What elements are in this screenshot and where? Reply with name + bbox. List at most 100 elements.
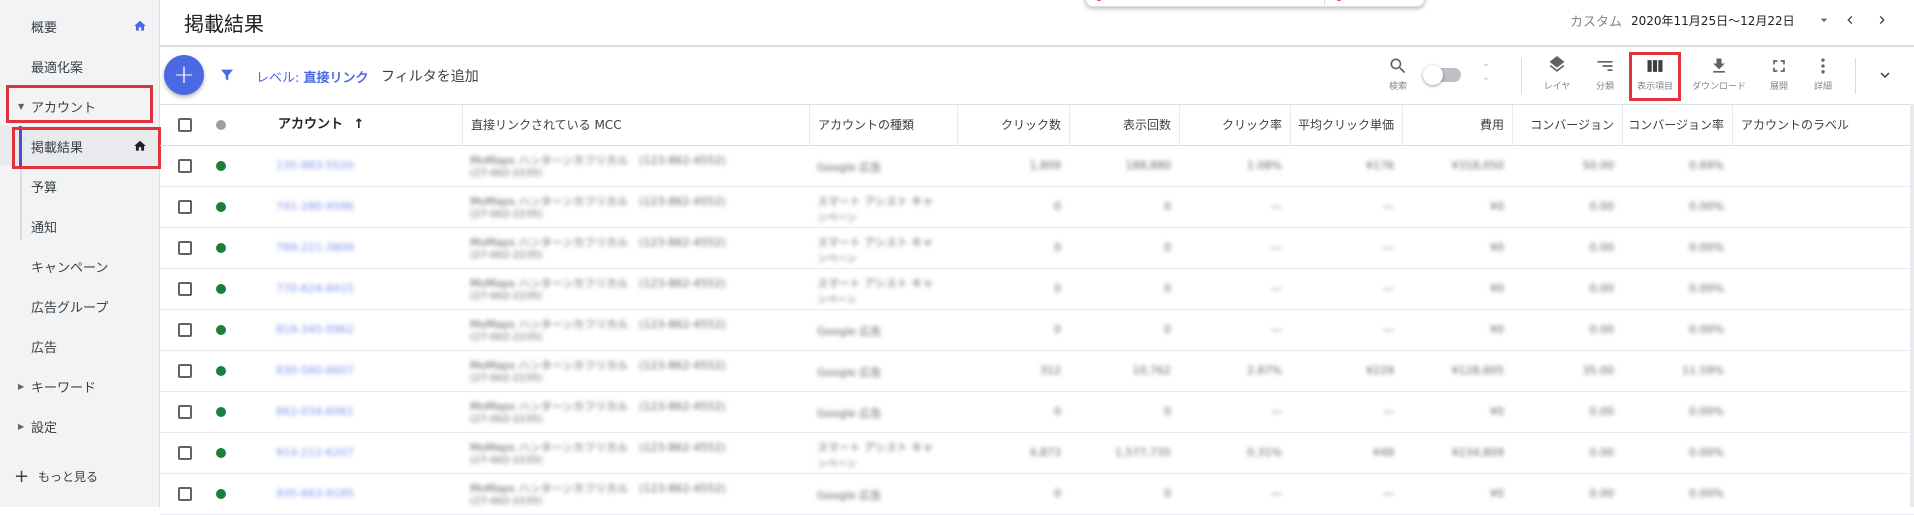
- column-header-linked-mcc[interactable]: 直接リンクされている MCC: [462, 105, 769, 145]
- nav-item-overview[interactable]: 概要: [0, 6, 160, 46]
- toolbar-divider: [1855, 58, 1856, 94]
- cell-ctr: —: [1271, 487, 1282, 500]
- nav-item-performance[interactable]: 掲載結果: [0, 126, 160, 166]
- tool-label: 分類: [1595, 82, 1614, 92]
- nav-item-recommendations[interactable]: 最適化案: [0, 46, 160, 86]
- home-icon[interactable]: [133, 19, 147, 33]
- cell-account[interactable]: 741-280-9596: [276, 200, 456, 213]
- table-row[interactable]: 830-580-6607 MoMaps ハンターンカフリカル (123-862-4…: [160, 351, 1914, 392]
- nav-item-keywords[interactable]: ▶ キーワード: [0, 366, 160, 406]
- column-header-ctr[interactable]: クリック率: [1179, 105, 1290, 145]
- column-header-account-labels[interactable]: アカウントのラベル: [1732, 105, 1914, 145]
- dropdown-arrow-icon[interactable]: [1816, 12, 1832, 28]
- cell-cost: ¥0: [1490, 241, 1504, 254]
- column-header-clicks[interactable]: クリック数: [957, 105, 1069, 145]
- row-checkbox[interactable]: [178, 323, 192, 337]
- nav-item-budget[interactable]: 予算: [0, 166, 160, 206]
- column-header-avg-cpc[interactable]: 平均クリック単価: [1290, 105, 1402, 145]
- filter-icon[interactable]: [218, 67, 236, 83]
- cell-account[interactable]: 914-212-6207: [276, 446, 456, 459]
- home-icon[interactable]: [133, 139, 147, 153]
- cell-cpc: ¥48: [1373, 446, 1394, 459]
- table-row[interactable]: 935-663-9185 MoMaps ハンターンカフリカル (123-862-4…: [160, 474, 1914, 515]
- search-tool-button[interactable]: 検索: [1371, 54, 1425, 98]
- download-button[interactable]: ダウンロード: [1692, 54, 1746, 98]
- cell-account[interactable]: 770-624-8415: [276, 282, 456, 295]
- columns-button[interactable]: 表示項目: [1628, 54, 1682, 98]
- more-options-button[interactable]: 詳細: [1796, 54, 1850, 98]
- row-checkbox[interactable]: [178, 241, 192, 255]
- chevron-right-icon[interactable]: [1874, 12, 1890, 28]
- vertical-scrollbar[interactable]: [1910, 104, 1914, 507]
- cell-cost: ¥0: [1490, 323, 1504, 336]
- cell-account[interactable]: 862-034-6061: [276, 405, 456, 418]
- cell-mcc1: MoMaps ハンターンカフリカル (123-862-4552): [470, 400, 726, 413]
- table-row[interactable]: 914-212-6207 MoMaps ハンターンカフリカル (123-862-4…: [160, 433, 1914, 474]
- column-header-cost[interactable]: 費用: [1402, 105, 1512, 145]
- cell-type1: Google 広告: [817, 161, 882, 174]
- row-checkbox[interactable]: [178, 159, 192, 173]
- nav-item-campaigns[interactable]: キャンペーン: [0, 246, 160, 286]
- table-row[interactable]: 862-034-6061 MoMaps ハンターンカフリカル (123-862-4…: [160, 392, 1914, 433]
- row-checkbox[interactable]: [178, 405, 192, 419]
- nav-label: アカウント: [31, 100, 97, 116]
- table-row[interactable]: 135-983-5520 MoMaps ハンターンカフリカル (123-862-4…: [160, 146, 1914, 187]
- cell-mcc1: MoMaps ハンターンカフリカル (123-862-4552): [470, 154, 726, 167]
- cell-account[interactable]: 830-580-6607: [276, 364, 456, 377]
- nav-item-accounts[interactable]: ▼ アカウント: [0, 86, 160, 126]
- level-value: 直接リンク: [303, 71, 369, 86]
- cell-type1: スマート アシスト キャ: [817, 236, 934, 249]
- row-checkbox[interactable]: [178, 200, 192, 214]
- add-filter-button[interactable]: フィルタを追加: [381, 66, 479, 86]
- status-enabled-dot: [216, 448, 226, 458]
- nav-label: 設定: [31, 420, 58, 436]
- column-header-account-type[interactable]: アカウントの種類: [809, 105, 957, 145]
- cell-impr: 0: [1164, 323, 1171, 336]
- level-filter-chip[interactable]: レベル: 直接リンク: [256, 67, 369, 86]
- cell-clicks: 0: [1054, 405, 1061, 418]
- chevron-down-icon[interactable]: [1876, 66, 1894, 84]
- cell-mcc2: (27-002-2235): [470, 250, 543, 261]
- column-header-conv-rate[interactable]: コンバージョン率: [1622, 105, 1732, 145]
- nav-more-button[interactable]: + もっと見る: [0, 456, 160, 496]
- table-row[interactable]: 799-221-3809 MoMaps ハンターンカフリカル (123-862-4…: [160, 228, 1914, 269]
- nav-item-notifications[interactable]: 通知: [0, 206, 160, 246]
- date-range-selector[interactable]: 2020年11月25日～12月22日: [1631, 12, 1795, 29]
- toolbar-divider: [1521, 58, 1522, 94]
- row-checkbox[interactable]: [178, 487, 192, 501]
- cell-convrate: 0.00%: [1689, 487, 1724, 500]
- cell-account[interactable]: 935-663-9185: [276, 487, 456, 500]
- row-checkbox[interactable]: [178, 446, 192, 460]
- table-row[interactable]: 819-345-0962 MoMaps ハンターンカフリカル (123-862-4…: [160, 310, 1914, 351]
- breakdown-button[interactable]: 分類: [1578, 54, 1632, 98]
- row-checkbox[interactable]: [178, 364, 192, 378]
- table-row[interactable]: 770-624-8415 MoMaps ハンターンカフリカル (123-862-4…: [160, 269, 1914, 310]
- column-header-impressions[interactable]: 表示回数: [1069, 105, 1179, 145]
- sort-arrows-icon[interactable]: ⌃ ⌄: [1482, 64, 1490, 83]
- chevron-left-icon[interactable]: [1842, 12, 1858, 28]
- status-enabled-dot: [216, 366, 226, 376]
- table-header: アカウント ↑ 直接リンクされている MCC アカウントの種類 クリック数 表示…: [160, 104, 1914, 146]
- cell-account[interactable]: 135-983-5520: [276, 159, 456, 172]
- add-button[interactable]: +: [164, 55, 204, 95]
- cell-ctr: —: [1271, 200, 1282, 213]
- row-checkbox[interactable]: [178, 282, 192, 296]
- column-header-conversions[interactable]: コンバージョン: [1512, 105, 1622, 145]
- cell-mcc2: (27-002-2235): [470, 455, 543, 466]
- table-view-toggle[interactable]: [1423, 65, 1461, 85]
- cell-account[interactable]: 819-345-0962: [276, 323, 456, 336]
- status-enabled-dot: [216, 161, 226, 171]
- nav-item-ads[interactable]: 広告: [0, 326, 160, 366]
- select-all-checkbox[interactable]: [178, 118, 192, 132]
- segment-button[interactable]: レイヤ: [1530, 54, 1584, 98]
- nav-label: 掲載結果: [31, 140, 84, 156]
- cell-account[interactable]: 799-221-3809: [276, 241, 456, 254]
- nav-item-settings[interactable]: ▶ 設定: [0, 406, 160, 446]
- nav-item-ad-groups[interactable]: 広告グループ: [0, 286, 160, 326]
- cell-ctr: —: [1271, 405, 1282, 418]
- tool-label: 検索: [1388, 82, 1407, 92]
- popup-panel-edge: [1085, 0, 1425, 7]
- table-row[interactable]: 741-280-9596 MoMaps ハンターンカフリカル (123-862-4…: [160, 187, 1914, 228]
- cell-cost: ¥0: [1490, 487, 1504, 500]
- nav-label: キャンペーン: [31, 260, 109, 276]
